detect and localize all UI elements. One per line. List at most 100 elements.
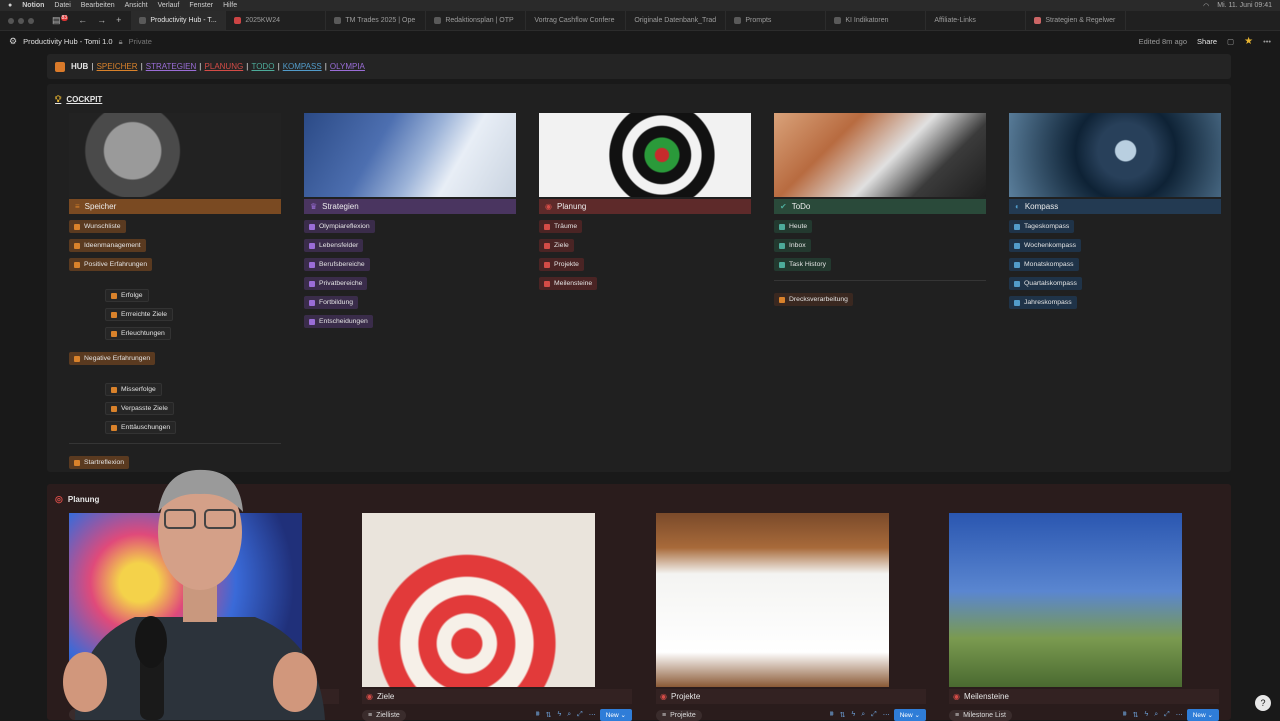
link-jahreskompass[interactable]: Jahreskompass <box>1009 296 1077 309</box>
lightning-icon[interactable]: ϟ <box>1144 711 1148 719</box>
filter-icon[interactable]: ⩩ <box>536 711 540 719</box>
tab-redaktionsplan[interactable]: Redaktionsplan | OTP <box>426 10 527 31</box>
expand-icon[interactable]: ⤢ <box>577 711 583 719</box>
hub-link-kompass[interactable]: KOMPASS <box>283 62 322 71</box>
sidebar-toggle-icon[interactable]: ▤83 <box>52 15 69 26</box>
menu-fenster[interactable]: Fenster <box>189 2 213 9</box>
link-projekte[interactable]: Projekte <box>539 258 584 271</box>
link-positive-erfahrungen[interactable]: Positive Erfahrungen <box>69 258 153 271</box>
view-tab[interactable]: ≡ Wunschliste <box>69 709 127 720</box>
link-ziele[interactable]: Ziele <box>539 239 574 252</box>
link-erleuchtungen[interactable]: Erleuchtungen <box>105 327 171 340</box>
link-wunschliste[interactable]: Wunschliste <box>69 220 126 233</box>
more-icon[interactable]: ⋯ <box>1176 711 1183 719</box>
tab-strategien[interactable]: Strategien & Regelwer <box>1026 10 1127 31</box>
strategien-cover-image[interactable] <box>304 113 516 197</box>
link-träume[interactable]: Träume <box>539 220 583 233</box>
expand-icon[interactable]: ⤢ <box>1164 711 1170 719</box>
planung-heading[interactable]: ◎ Planung <box>55 494 99 505</box>
apple-icon[interactable]: ● <box>8 2 12 9</box>
new-tab-icon[interactable]: + <box>116 15 121 26</box>
close-window-icon[interactable] <box>8 17 14 24</box>
category-header-planung[interactable]: ◉ Planung <box>539 199 751 214</box>
sort-icon[interactable]: ⇅ <box>840 711 846 719</box>
link-berufsbereiche[interactable]: Berufsbereiche <box>304 258 370 271</box>
wifi-icon[interactable]: ◠ <box>1203 2 1209 10</box>
sort-icon[interactable]: ⇅ <box>546 711 552 719</box>
tab-productivity-hub[interactable]: Productivity Hub - T... <box>131 10 227 31</box>
link-meilensteine[interactable]: Meilensteine <box>539 277 598 290</box>
database-title[interactable]: ◉ Träume <box>69 689 339 704</box>
tab-vortrag[interactable]: Vortrag Cashflow Confere <box>526 10 627 31</box>
tab-ki-indikatoren[interactable]: KI Indikatoren <box>826 10 927 31</box>
link-task-history[interactable]: Task History <box>774 258 832 271</box>
hub-link-planung[interactable]: PLANUNG <box>205 62 244 71</box>
link-inbox[interactable]: Inbox <box>774 239 811 252</box>
database-title[interactable]: ◉ Projekte <box>656 689 926 704</box>
more-icon[interactable]: ⋯ <box>589 711 596 719</box>
link-misserfolge[interactable]: Misserfolge <box>105 383 162 396</box>
zoom-window-icon[interactable] <box>28 17 34 24</box>
search-icon[interactable]: ⌕ <box>1154 711 1158 719</box>
database-title[interactable]: ◉ Meilensteine <box>949 689 1219 704</box>
tab-originale-datenbank[interactable]: Originale Datenbank_Trad <box>626 10 727 31</box>
search-icon[interactable]: ⌕ <box>567 711 571 719</box>
projekte-cover-image[interactable] <box>656 513 889 687</box>
link-lebensfelder[interactable]: Lebensfelder <box>304 239 364 252</box>
todo-cover-image[interactable] <box>774 113 986 197</box>
back-arrow-icon[interactable]: ← <box>78 15 87 26</box>
link-wochenkompass[interactable]: Wochenkompass <box>1009 239 1082 252</box>
hub-link-hub[interactable]: HUB <box>71 62 88 71</box>
link-enttäuschungen[interactable]: Enttäuschungen <box>105 421 177 434</box>
planung-cover-image[interactable] <box>539 113 751 197</box>
link-erfolge[interactable]: Erfolge <box>105 289 149 302</box>
tab-2025kw24[interactable]: 2025KW24 <box>226 10 327 31</box>
link-olympiareflexion[interactable]: Olympiareflexion <box>304 220 375 233</box>
database-title[interactable]: ◉ Ziele <box>362 689 632 704</box>
minimize-window-icon[interactable] <box>18 17 24 24</box>
lightning-icon[interactable]: ϟ <box>557 711 561 719</box>
tab-affiliate-links[interactable]: Affiliate-Links <box>926 10 1027 31</box>
menu-ansicht[interactable]: Ansicht <box>125 2 148 9</box>
page-title[interactable]: Productivity Hub - Tomi 1.0 <box>23 37 112 46</box>
search-icon[interactable]: ⌕ <box>861 711 865 719</box>
link-monatskompass[interactable]: Monatskompass <box>1009 258 1079 271</box>
ziele-cover-image[interactable] <box>362 513 595 687</box>
new-button[interactable]: New ⌄ <box>893 709 926 721</box>
new-button[interactable]: New ⌄ <box>599 709 632 721</box>
menu-verlauf[interactable]: Verlauf <box>158 2 180 9</box>
träume-cover-image[interactable] <box>69 513 302 687</box>
share-button[interactable]: Share <box>1197 37 1217 46</box>
favorite-star-icon[interactable]: ★ <box>1244 36 1253 47</box>
link-tageskompass[interactable]: Tageskompass <box>1009 220 1075 233</box>
expand-icon[interactable]: ⤢ <box>871 711 877 719</box>
category-header-kompass[interactable]: ◐ Kompass <box>1009 199 1221 214</box>
comment-icon[interactable]: ▢ <box>1227 37 1234 46</box>
speicher-cover-image[interactable] <box>69 113 281 197</box>
link-ideenmanagement[interactable]: Ideenmanagement <box>69 239 146 252</box>
menu-bearbeiten[interactable]: Bearbeiten <box>81 2 115 9</box>
more-options-icon[interactable]: ••• <box>1263 37 1271 46</box>
category-header-todo[interactable]: ✔ ToDo <box>774 199 986 214</box>
cockpit-heading[interactable]: 💡︎ COCKPIT <box>55 94 102 105</box>
category-header-strategien[interactable]: ♛ Strategien <box>304 199 516 214</box>
view-tab[interactable]: ≡ Zielliste <box>362 709 406 721</box>
meilensteine-cover-image[interactable] <box>949 513 1182 687</box>
tab-prompts[interactable]: Prompts <box>726 10 827 31</box>
forward-arrow-icon[interactable]: → <box>97 15 106 26</box>
link-privatbereiche[interactable]: Privatbereiche <box>304 277 368 290</box>
link-fortbildung[interactable]: Fortbildung <box>304 296 359 309</box>
menu-app-name[interactable]: Notion <box>22 2 44 9</box>
link-drecksverarbeitung[interactable]: Drecksverarbeitung <box>774 293 853 306</box>
hub-link-speicher[interactable]: SPEICHER <box>97 62 138 71</box>
link-quartalskompass[interactable]: Quartalskompass <box>1009 277 1082 290</box>
link-startreflexion[interactable]: Startreflexion <box>69 456 130 469</box>
hub-link-todo[interactable]: TODO <box>251 62 274 71</box>
tab-tm-trades[interactable]: TM Trades 2025 | Ope <box>326 10 427 31</box>
new-button[interactable]: New ⌄ <box>1186 709 1219 721</box>
help-button[interactable]: ? <box>1255 695 1271 711</box>
lightning-icon[interactable]: ϟ <box>851 711 855 719</box>
filter-icon[interactable]: ⩩ <box>830 711 834 719</box>
sort-icon[interactable]: ⇅ <box>1133 711 1139 719</box>
hub-link-strategien[interactable]: STRATEGIEN <box>146 62 197 71</box>
